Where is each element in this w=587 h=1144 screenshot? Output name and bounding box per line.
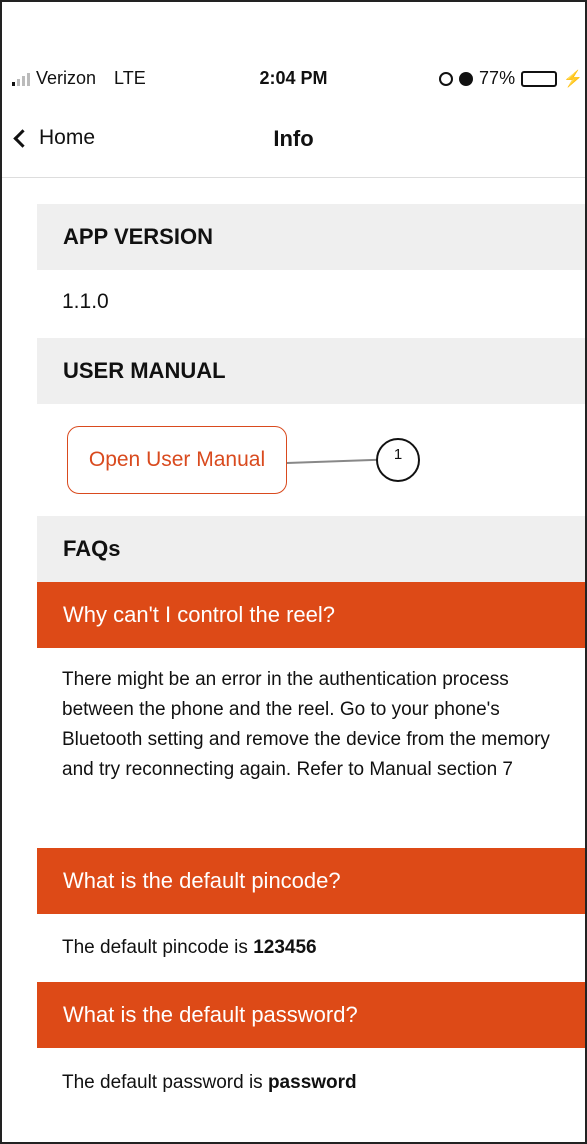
battery-icon	[521, 70, 558, 87]
faq-answer-text: The default pincode is	[62, 937, 254, 958]
status-bar: Verizon LTE 2:04 PM 77% ⚡	[2, 60, 585, 96]
faq-question[interactable]: Why can't I control the reel?	[37, 582, 585, 648]
faq-answer-text: The default password is	[62, 1072, 268, 1093]
section-header-faqs: FAQs	[37, 516, 585, 582]
charging-icon: ⚡	[563, 70, 583, 88]
faq-answer: The default password is password	[62, 1068, 555, 1098]
faq-answer-value: 123456	[253, 937, 317, 958]
alarm-icon	[459, 71, 474, 86]
app-version-value: 1.1.0	[62, 290, 109, 313]
orientation-lock-icon	[439, 71, 454, 86]
battery-percent: 77%	[479, 68, 516, 88]
faq-answer-value: password	[267, 1072, 357, 1093]
section-header-app-version: APP VERSION	[37, 204, 585, 270]
section-header-user-manual: USER MANUAL	[37, 338, 585, 404]
faq-question[interactable]: What is the default pincode?	[37, 848, 585, 914]
nav-bar: Home Info	[2, 112, 585, 178]
open-user-manual-button[interactable]: Open User Manual	[67, 426, 287, 494]
faq-answer: There might be an error in the authentic…	[62, 669, 550, 780]
faq-question[interactable]: What is the default password?	[37, 982, 585, 1048]
callout-marker: 1	[376, 438, 420, 482]
phone-screen: Verizon LTE 2:04 PM 77% ⚡ Home Info APP …	[0, 0, 587, 1144]
callout-line	[286, 458, 379, 464]
page-title: Info	[273, 126, 314, 151]
faq-answer: The default pincode is 123456	[62, 933, 555, 963]
status-right: 77% ⚡	[439, 68, 583, 89]
